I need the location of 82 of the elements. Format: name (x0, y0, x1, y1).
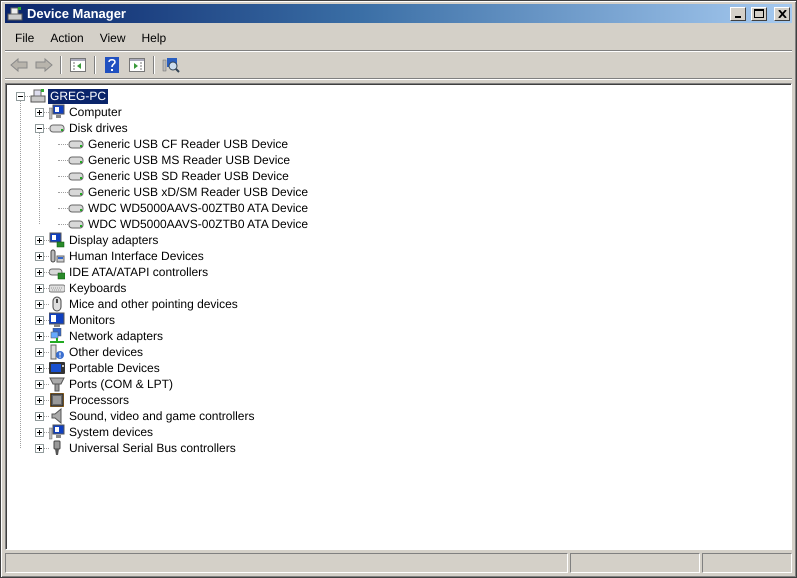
action-pane-icon (129, 58, 145, 72)
tree-item[interactable]: Disk drives (67, 120, 130, 136)
plus-icon (36, 108, 43, 116)
port-connector-icon (49, 376, 65, 392)
plus-icon (36, 380, 43, 388)
plus-icon (36, 284, 43, 292)
tree-item[interactable]: GREG-PC (48, 88, 108, 104)
collapse-button[interactable] (16, 92, 25, 100)
close-icon (778, 10, 786, 18)
console-tree-icon (70, 58, 86, 72)
plus-icon (36, 332, 43, 340)
plus-icon (36, 236, 43, 244)
tree-item[interactable]: Human Interface Devices (67, 248, 206, 264)
plus-icon (36, 300, 43, 308)
plus-icon (36, 364, 43, 372)
expand-button[interactable] (35, 332, 44, 340)
expand-button[interactable] (35, 316, 44, 324)
window-title: Device Manager (27, 6, 127, 21)
minimize-icon (735, 16, 741, 18)
forward-arrow-icon (35, 57, 53, 73)
plus-icon (36, 412, 43, 420)
tree-item[interactable]: Generic USB SD Reader USB Device (86, 168, 291, 184)
expand-button[interactable] (35, 428, 44, 436)
collapse-button[interactable] (35, 124, 44, 132)
tree-item[interactable]: IDE ATA/ATAPI controllers (67, 264, 210, 280)
expand-button[interactable] (35, 444, 44, 452)
display-adapter-icon (49, 232, 65, 248)
plus-icon (36, 396, 43, 404)
expand-button[interactable] (35, 348, 44, 356)
unknown-device-icon (49, 344, 65, 360)
help-icon (105, 57, 119, 73)
tree-item[interactable]: Other devices (67, 344, 146, 360)
expand-button[interactable] (35, 364, 44, 372)
computer-icon (30, 88, 46, 104)
plus-icon (36, 428, 43, 436)
plus-icon (36, 316, 43, 324)
plus-icon (36, 268, 43, 276)
plus-icon (36, 444, 43, 452)
tree-item[interactable]: Sound, video and game controllers (67, 408, 256, 424)
menu-item[interactable]: View (92, 29, 134, 47)
tree-item[interactable]: WDC WD5000AAVS-00ZTB0 ATA Device (86, 216, 310, 232)
tree-item[interactable]: WDC WD5000AAVS-00ZTB0 ATA Device (86, 200, 310, 216)
monitor-icon (49, 312, 65, 328)
tree-item[interactable]: Generic USB CF Reader USB Device (86, 136, 290, 152)
tree-item[interactable]: Portable Devices (67, 360, 162, 376)
monitor-icon (49, 104, 65, 120)
tree-item[interactable]: Display adapters (67, 232, 160, 248)
tree-item[interactable]: Mice and other pointing devices (67, 296, 240, 312)
tree-item[interactable]: Universal Serial Bus controllers (67, 440, 238, 456)
plus-icon (36, 252, 43, 260)
tree-item[interactable]: System devices (67, 424, 156, 440)
close-button[interactable] (774, 6, 790, 20)
computer-icon (7, 6, 23, 22)
monitor-icon (49, 424, 65, 440)
expand-button[interactable] (35, 412, 44, 420)
back-arrow-icon (10, 57, 28, 73)
expand-button[interactable] (35, 252, 44, 260)
maximize-button[interactable] (751, 6, 767, 20)
expand-button[interactable] (35, 268, 44, 276)
maximize-icon (754, 9, 764, 18)
tree-item[interactable]: Network adapters (67, 328, 166, 344)
tree-item[interactable]: Ports (COM & LPT) (67, 376, 176, 392)
expand-button[interactable] (35, 284, 44, 292)
tree-item[interactable]: Generic USB xD/SM Reader USB Device (86, 184, 310, 200)
expand-button[interactable] (35, 108, 44, 116)
plus-icon (36, 348, 43, 356)
expand-button[interactable] (35, 380, 44, 388)
tree-item[interactable]: Monitors (67, 312, 118, 328)
tree-item[interactable]: Generic USB MS Reader USB Device (86, 152, 292, 168)
portable-device-icon (49, 360, 65, 376)
expand-button[interactable] (35, 236, 44, 244)
tree-item[interactable]: Processors (67, 392, 132, 408)
expand-button[interactable] (35, 396, 44, 404)
menu-item[interactable]: File (7, 29, 42, 47)
scan-hardware-icon (162, 57, 180, 73)
menu-item[interactable]: Help (134, 29, 174, 47)
expand-button[interactable] (35, 300, 44, 308)
minimize-button[interactable] (730, 6, 746, 20)
menu-item[interactable]: Action (42, 29, 92, 47)
network-icon (49, 328, 65, 344)
tree-item[interactable]: Computer (67, 104, 124, 120)
tree-item[interactable]: Keyboards (67, 280, 128, 296)
